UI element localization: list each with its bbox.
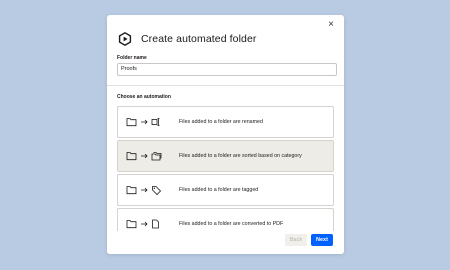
folder-to-tag-icon xyxy=(126,186,162,196)
automation-option-tag[interactable]: Files added to a folder are tagged xyxy=(117,174,334,206)
automation-text: Files added to a folder are renamed xyxy=(179,119,263,125)
dialog-footer: Back Next xyxy=(107,231,344,254)
create-automated-folder-dialog: × Create automated folder Folder name Pr… xyxy=(107,15,344,254)
next-button[interactable]: Next xyxy=(311,234,333,246)
automation-gear-icon xyxy=(118,32,132,46)
automation-icons xyxy=(126,218,170,230)
close-icon: × xyxy=(328,19,334,30)
choose-automation-label: Choose an automation xyxy=(117,94,171,100)
folder-name-input[interactable]: Proofs xyxy=(117,63,337,76)
folder-name-label: Folder name xyxy=(117,55,147,61)
automation-text: Files added to a folder are converted to… xyxy=(179,221,284,227)
dialog-title: Create automated folder xyxy=(141,33,257,45)
dialog-header: Create automated folder xyxy=(118,30,257,48)
close-button[interactable]: × xyxy=(325,19,337,31)
automation-option-rename[interactable]: Files added to a folder are renamed xyxy=(117,106,334,138)
automation-icons xyxy=(126,150,170,162)
automation-text: Files added to a folder are tagged xyxy=(179,187,259,193)
divider xyxy=(107,85,344,86)
folder-to-sort-folders-icon xyxy=(126,152,162,161)
automation-icons xyxy=(126,184,170,196)
automation-list[interactable]: Files added to a folder are renamed File… xyxy=(117,105,334,237)
folder-to-rename-icon xyxy=(126,118,160,127)
automation-icons xyxy=(126,116,170,128)
folder-to-convert-icon xyxy=(126,219,159,229)
automation-option-sort[interactable]: Files added to a folder are sorted based… xyxy=(117,140,334,172)
automation-text: Files added to a folder are sorted based… xyxy=(179,153,302,159)
back-button[interactable]: Back xyxy=(285,234,307,246)
